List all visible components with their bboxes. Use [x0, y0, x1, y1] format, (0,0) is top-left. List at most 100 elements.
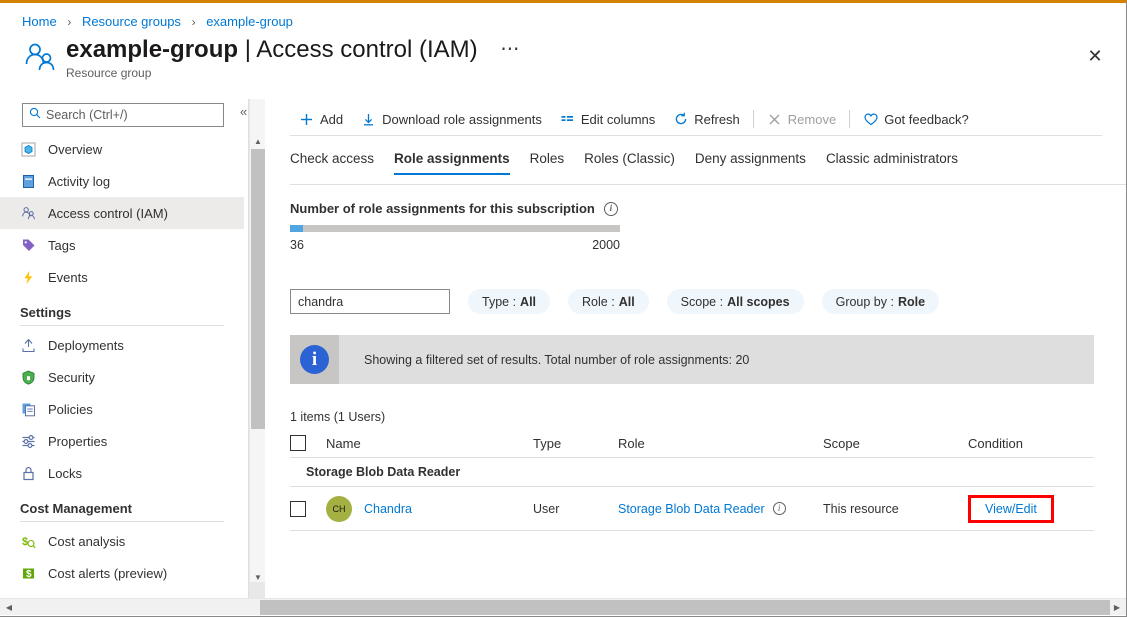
filter-pill-value: All [520, 294, 537, 309]
items-count-label: 1 items (1 Users) [290, 410, 386, 424]
sidebar-item-label: Security [48, 369, 95, 385]
sidebar-item-overview[interactable]: Overview [0, 133, 244, 165]
toolbar-button-label: Add [320, 111, 344, 127]
page-title-divider: | [238, 36, 257, 63]
role-link[interactable]: Storage Blob Data Reader [618, 502, 765, 516]
cell-type: User [533, 501, 560, 516]
filter-pill-role[interactable]: Role : All [568, 289, 649, 314]
sidebar-item-locks[interactable]: Locks [0, 457, 244, 489]
breadcrumb-item-home[interactable]: Home [22, 14, 57, 29]
role-info-icon[interactable]: i [772, 502, 786, 515]
resource-group-users-icon [22, 40, 58, 76]
sidebar-item-policies[interactable]: Policies [0, 393, 244, 425]
table-row[interactable]: CH Chandra User Storage Blob Data Reader… [290, 487, 1094, 531]
scrollbar-thumb[interactable] [260, 600, 1110, 615]
sidebar-nav-list: Overview Activity log Access control (IA… [0, 133, 244, 602]
counter-max-value: 2000 [592, 238, 620, 252]
edit-columns-button[interactable]: Edit columns [551, 104, 664, 134]
sidebar-item-security[interactable]: Security [0, 361, 244, 393]
tab-deny-assignments[interactable]: Deny assignments [685, 151, 816, 175]
select-all-checkbox[interactable] [290, 435, 306, 451]
close-x-icon [767, 112, 782, 127]
sidebar-group-title-cost-management: Cost Management [20, 501, 132, 516]
breadcrumb-item-example-group[interactable]: example-group [206, 14, 293, 29]
sidebar-item-label: Tags [48, 237, 76, 253]
row-checkbox[interactable] [290, 500, 306, 517]
filter-pill-type[interactable]: Type : All [468, 289, 551, 314]
search-input[interactable] [46, 108, 217, 122]
counter-current-value: 36 [290, 238, 304, 252]
download-icon [361, 112, 376, 127]
filter-pill-value: All scopes [727, 294, 790, 309]
tab-roles[interactable]: Roles [520, 151, 575, 175]
scroll-up-arrow-icon[interactable]: ▲ [250, 133, 266, 149]
filter-search-input[interactable] [290, 289, 450, 314]
breadcrumb-separator: › [191, 15, 196, 29]
svg-text:$: $ [22, 536, 28, 548]
events-icon [20, 269, 37, 286]
scroll-right-arrow-icon[interactable]: ▶ [1109, 599, 1125, 615]
banner-message: Showing a filtered set of results. Total… [364, 352, 750, 367]
toolbar-divider [752, 110, 754, 128]
filter-pill-label: Group by : [835, 294, 894, 309]
more-options-button[interactable]: ⋯ [500, 36, 520, 64]
filter-pill-group-by[interactable]: Group by : Role [821, 289, 940, 314]
column-header-type[interactable]: Type [533, 436, 618, 451]
collapse-sidebar-button[interactable]: « [240, 104, 247, 119]
sidebar-item-tags[interactable]: Tags [0, 229, 244, 261]
deployments-icon [20, 337, 37, 354]
page-subtitle: Resource group [66, 66, 152, 80]
sidebar: « Overview Activity log [0, 99, 249, 602]
toolbar-button-label: Edit columns [580, 111, 656, 127]
role-assignments-counter: Number of role assignments for this subs… [290, 201, 620, 252]
counter-progress-fill [290, 225, 304, 232]
filter-pill-label: Type : [482, 294, 517, 309]
sidebar-vertical-scrollbar[interactable]: ▲ ▼ [249, 99, 265, 602]
filtered-results-banner: i Showing a filtered set of results. Tot… [290, 335, 1094, 384]
breadcrumb-item-resource-groups[interactable]: Resource groups [82, 14, 181, 29]
column-header-role[interactable]: Role [618, 436, 823, 451]
horizontal-scrollbar[interactable]: ◀ ▶ [0, 598, 1126, 615]
add-button[interactable]: Add [290, 104, 352, 134]
sidebar-item-label: Events [48, 269, 88, 285]
policies-icon [20, 401, 37, 418]
columns-icon [560, 112, 575, 127]
tab-role-assignments[interactable]: Role assignments [384, 151, 520, 175]
select-all-cell [290, 435, 326, 451]
cell-name: CH Chandra [326, 495, 533, 522]
role-assignments-table: Name Type Role Scope Condition Storage B… [290, 429, 1094, 531]
sidebar-item-access-control[interactable]: Access control (IAM) [0, 197, 244, 229]
scroll-left-arrow-icon[interactable]: ◀ [1, 599, 17, 615]
column-header-name[interactable]: Name [326, 436, 533, 451]
tab-check-access[interactable]: Check access [290, 151, 384, 175]
search-icon [29, 106, 46, 124]
sidebar-item-cost-alerts[interactable]: $ Cost alerts (preview) [0, 557, 244, 589]
cost-analysis-icon: $ [20, 533, 37, 550]
filter-pill-value: Role [897, 294, 926, 309]
scrollbar-thumb[interactable] [251, 149, 265, 429]
download-role-assignments-button[interactable]: Download role assignments [352, 104, 551, 134]
cost-alerts-icon: $ [20, 565, 37, 582]
view-edit-link[interactable]: View/Edit [985, 502, 1037, 516]
sidebar-search[interactable] [22, 103, 224, 127]
refresh-button[interactable]: Refresh [664, 104, 749, 134]
tab-roles-classic[interactable]: Roles (Classic) [574, 151, 685, 175]
counter-title-row: Number of role assignments for this subs… [290, 201, 620, 216]
filter-pill-scope[interactable]: Scope : All scopes [666, 289, 804, 314]
column-header-scope[interactable]: Scope [823, 436, 968, 451]
sidebar-item-cost-analysis[interactable]: $ Cost analysis [0, 525, 244, 557]
got-feedback-button[interactable]: Got feedback? [854, 104, 978, 134]
sidebar-item-properties[interactable]: Properties [0, 425, 244, 457]
sidebar-item-events[interactable]: Events [0, 261, 244, 293]
principal-name-link[interactable]: Chandra [364, 502, 412, 516]
sidebar-item-deployments[interactable]: Deployments [0, 329, 244, 361]
scrollbar-corner [249, 582, 265, 598]
close-blade-button[interactable]: ✕ [1082, 43, 1108, 69]
page-header: example-group | Access control (IAM) ⋯ R… [22, 36, 520, 80]
info-tooltip-icon[interactable]: i [603, 201, 618, 216]
column-header-condition[interactable]: Condition [968, 436, 1094, 451]
view-edit-highlight-box[interactable]: View/Edit [968, 494, 1054, 523]
sidebar-item-activity-log[interactable]: Activity log [0, 165, 244, 197]
tab-classic-administrators[interactable]: Classic administrators [816, 151, 968, 175]
remove-button[interactable]: Remove [758, 104, 845, 134]
